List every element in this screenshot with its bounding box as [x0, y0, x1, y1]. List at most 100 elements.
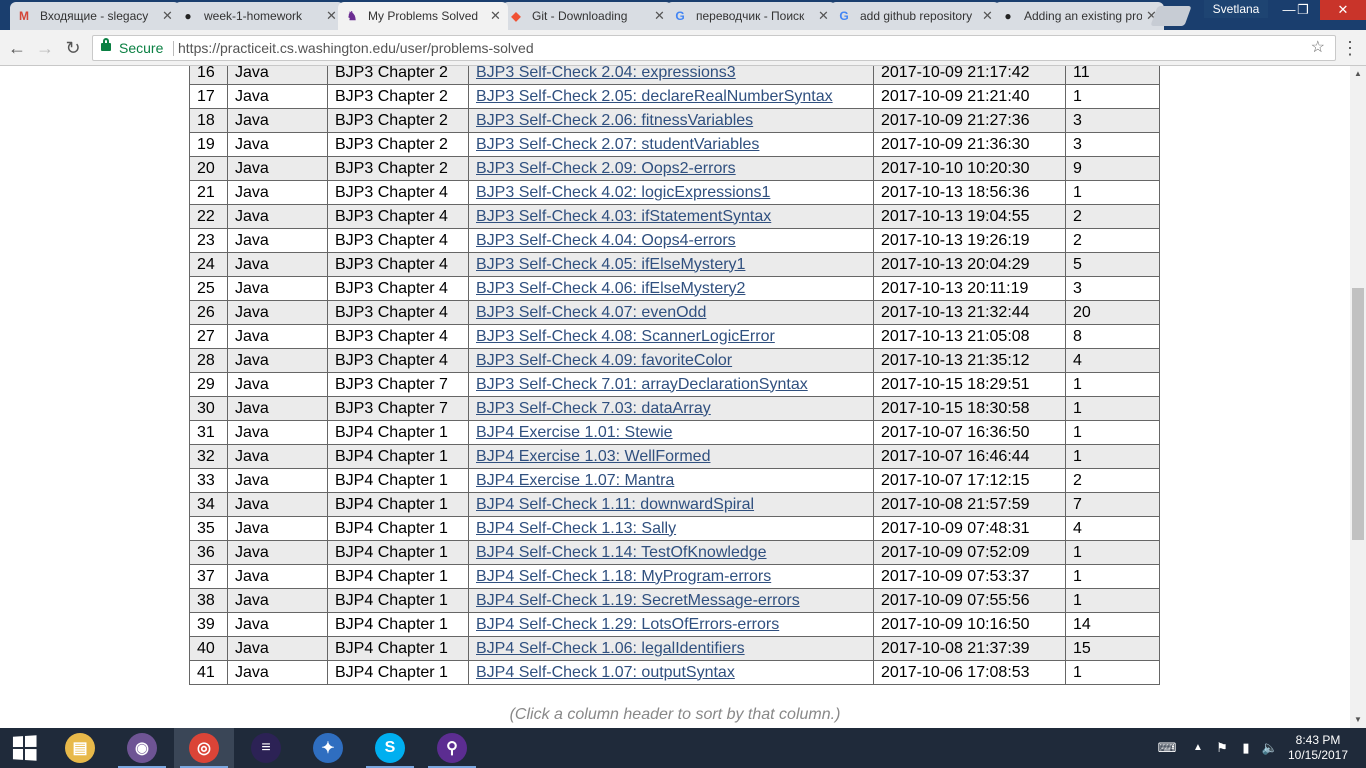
problem-cell: BJP3 Self-Check 4.07: evenOdd — [468, 300, 874, 325]
problem-link[interactable]: BJP3 Self-Check 2.06: fitnessVariables — [476, 112, 753, 129]
tab-close-icon[interactable]: ✕ — [326, 8, 338, 24]
network-signal-icon[interactable]: ▮ — [1236, 728, 1256, 768]
date-cell: 2017-10-08 21:57:59 — [873, 492, 1066, 517]
table-row: 34 Java BJP4 Chapter 1 BJP4 Self-Check 1.11… — [189, 492, 1160, 517]
maximize-button[interactable]: ❐ — [1286, 0, 1320, 20]
taskbar-app-button[interactable]: ✦ — [298, 728, 358, 768]
tries-cell: 7 — [1065, 492, 1160, 517]
language-cell: Java — [227, 156, 328, 181]
browser-tab[interactable]: ◆ Git - Downloading ✕ — [502, 2, 672, 30]
problem-cell: BJP3 Self-Check 7.01: arrayDeclarationSy… — [468, 372, 874, 397]
problem-link[interactable]: BJP3 Self-Check 2.05: declareRealNumberS… — [476, 88, 833, 105]
new-tab-button[interactable] — [1150, 6, 1192, 26]
action-flag-icon[interactable]: ⚑ — [1212, 728, 1232, 768]
problem-link[interactable]: BJP3 Self-Check 4.05: ifElseMystery1 — [476, 256, 745, 273]
date-cell: 2017-10-13 21:35:12 — [873, 348, 1066, 373]
browser-tab[interactable]: Gпереводчик - Поиск ✕ — [666, 2, 836, 30]
browser-tab[interactable]: ●Adding an existing project✕ — [994, 2, 1164, 30]
problem-link[interactable]: BJP3 Self-Check 4.08: ScannerLogicError — [476, 328, 775, 345]
volume-icon[interactable]: 🔈 — [1260, 728, 1280, 768]
problem-link[interactable]: BJP3 Self-Check 4.03: ifStatementSyntax — [476, 208, 771, 225]
browser-tab[interactable]: ♞ My Problems Solved ✕ — [338, 2, 508, 30]
browser-menu-icon[interactable]: ⋮ — [1340, 38, 1360, 60]
date-cell: 2017-10-06 17:08:53 — [873, 660, 1066, 685]
taskbar-app-button[interactable]: S — [360, 728, 420, 768]
chapter-cell: BJP3 Chapter 4 — [327, 228, 469, 253]
tab-close-icon[interactable]: ✕ — [982, 8, 994, 24]
problem-link[interactable]: BJP4 Self-Check 1.13: Sally — [476, 520, 676, 537]
problem-cell: BJP4 Exercise 1.07: Mantra — [468, 468, 874, 493]
scroll-up-arrow-icon[interactable]: ▲ — [1350, 66, 1366, 82]
tab-title: Adding an existing project — [1024, 9, 1142, 23]
problem-link[interactable]: BJP3 Self-Check 4.07: evenOdd — [476, 304, 706, 321]
show-hidden-icons-icon[interactable]: ▲ — [1188, 728, 1208, 768]
problem-cell: BJP4 Exercise 1.03: WellFormed — [468, 444, 874, 469]
clock[interactable]: 8:43 PM 10/15/2017 — [1286, 733, 1350, 763]
tab-close-icon[interactable]: ✕ — [654, 8, 666, 24]
address-bar[interactable]: Secure https://practiceit.cs.washington.… — [92, 35, 1336, 61]
profile-name[interactable]: Svetlana — [1204, 0, 1268, 18]
reload-icon[interactable]: ↻ — [62, 37, 84, 59]
row-number: 17 — [189, 84, 228, 109]
keyboard-icon[interactable]: ⌨ — [1152, 728, 1182, 768]
chapter-cell: BJP4 Chapter 1 — [327, 468, 469, 493]
scroll-down-arrow-icon[interactable]: ▼ — [1350, 712, 1366, 728]
row-number: 27 — [189, 324, 228, 349]
problem-link[interactable]: BJP3 Self-Check 4.02: logicExpressions1 — [476, 184, 770, 201]
forward-icon[interactable]: → — [34, 37, 56, 59]
bookmark-star-icon[interactable]: ☆ — [1311, 36, 1325, 60]
problem-cell: BJP3 Self-Check 4.02: logicExpressions1 — [468, 180, 874, 205]
tab-close-icon[interactable]: ✕ — [162, 8, 174, 24]
tries-cell: 1 — [1065, 420, 1160, 445]
page-viewport: 16 Java BJP3 Chapter 2 BJP3 Self-Check 2.04… — [0, 66, 1350, 728]
url-text[interactable]: https://practiceit.cs.washington.edu/use… — [178, 36, 534, 60]
problem-link[interactable]: BJP3 Self-Check 4.06: ifElseMystery2 — [476, 280, 745, 297]
back-icon[interactable]: ← — [6, 37, 28, 59]
tries-cell: 1 — [1065, 396, 1160, 421]
table-row: 30 Java BJP3 Chapter 7 BJP3 Self-Check 7.03… — [189, 396, 1160, 421]
problem-link[interactable]: BJP3 Self-Check 7.01: arrayDeclarationSy… — [476, 376, 808, 393]
browser-tab[interactable]: ● week-1-homework ✕ — [174, 2, 344, 30]
tab-close-icon[interactable]: ✕ — [490, 8, 502, 24]
taskbar-app-button[interactable]: ◉ — [112, 728, 172, 768]
problem-link[interactable]: BJP4 Self-Check 1.29: LotsOfErrors-error… — [476, 616, 779, 633]
chapter-cell: BJP3 Chapter 7 — [327, 396, 469, 421]
problem-link[interactable]: BJP4 Exercise 1.07: Mantra — [476, 472, 674, 489]
chapter-cell: BJP4 Chapter 1 — [327, 636, 469, 661]
taskbar-app-button[interactable]: ▤ — [50, 728, 110, 768]
chapter-cell: BJP3 Chapter 7 — [327, 372, 469, 397]
scrollbar-thumb[interactable] — [1352, 288, 1364, 540]
language-cell: Java — [227, 372, 328, 397]
problem-link[interactable]: BJP3 Self-Check 2.09: Oops2-errors — [476, 160, 736, 177]
problem-link[interactable]: BJP4 Self-Check 1.06: legalIdentifiers — [476, 640, 745, 657]
vertical-scrollbar[interactable]: ▲ ▼ — [1350, 66, 1366, 728]
taskbar-app-button[interactable]: ⚲ — [422, 728, 482, 768]
row-number: 28 — [189, 348, 228, 373]
table-row: 21 Java BJP3 Chapter 4 BJP3 Self-Check 4.02… — [189, 180, 1160, 205]
language-cell: Java — [227, 324, 328, 349]
problem-link[interactable]: BJP3 Self-Check 7.03: dataArray — [476, 400, 711, 417]
problem-link[interactable]: BJP3 Self-Check 4.09: favoriteColor — [476, 352, 732, 369]
problem-link[interactable]: BJP3 Self-Check 4.04: Oops4-errors — [476, 232, 736, 249]
problem-link[interactable]: BJP4 Self-Check 1.19: SecretMessage-erro… — [476, 592, 800, 609]
browser-tab[interactable]: Gadd github repository ✕ — [830, 2, 1000, 30]
date-cell: 2017-10-13 21:05:08 — [873, 324, 1066, 349]
language-cell: Java — [227, 420, 328, 445]
problem-link[interactable]: BJP4 Self-Check 1.11: downwardSpiral — [476, 496, 754, 513]
problem-link[interactable]: BJP3 Self-Check 2.07: studentVariables — [476, 136, 759, 153]
taskbar-app-button[interactable]: ◎ — [174, 728, 234, 768]
problem-link[interactable]: BJP4 Self-Check 1.18: MyProgram-errors — [476, 568, 771, 585]
row-number: 37 — [189, 564, 228, 589]
problem-link[interactable]: BJP4 Self-Check 1.07: outputSyntax — [476, 664, 735, 681]
tab-close-icon[interactable]: ✕ — [818, 8, 830, 24]
problem-link[interactable]: BJP3 Self-Check 2.04: expressions3 — [476, 66, 736, 81]
clock-time: 8:43 PM — [1295, 733, 1341, 747]
start-button[interactable] — [0, 728, 48, 768]
browser-tab[interactable]: M Входящие - slegacy ✕ — [10, 2, 180, 30]
problem-link[interactable]: BJP4 Exercise 1.03: WellFormed — [476, 448, 710, 465]
taskbar-app-button[interactable]: ≡ — [236, 728, 296, 768]
problem-link[interactable]: BJP4 Self-Check 1.14: TestOfKnowledge — [476, 544, 767, 561]
problem-link[interactable]: BJP4 Exercise 1.01: Stewie — [476, 424, 673, 441]
problem-cell: BJP4 Self-Check 1.13: Sally — [468, 516, 874, 541]
close-window-button[interactable]: ✕ — [1320, 0, 1366, 20]
